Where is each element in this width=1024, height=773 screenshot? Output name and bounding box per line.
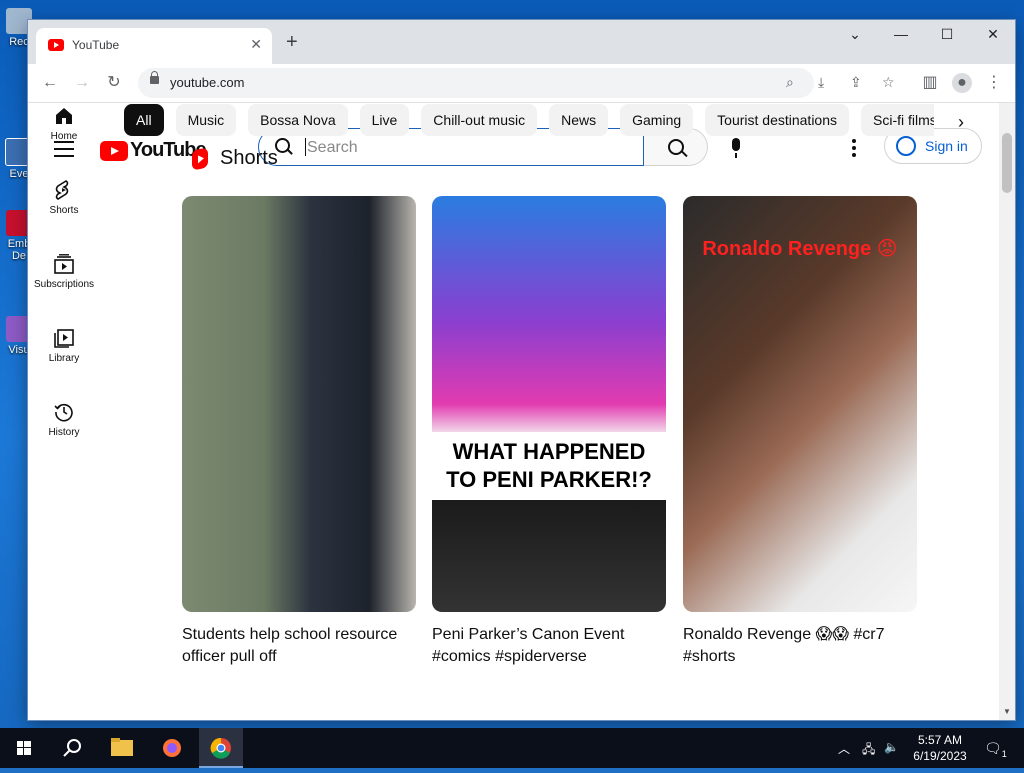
chrome-icon (210, 737, 231, 759)
side-panel-icon[interactable]: ▥ (920, 73, 940, 93)
chrome-button[interactable] (199, 728, 243, 768)
clock[interactable]: 5:57 AM 6/19/2023 (906, 732, 974, 764)
chip-all[interactable]: All (124, 104, 164, 136)
sidebar-item-shorts[interactable]: Shorts (28, 180, 100, 216)
clock-time: 5:57 AM (917, 733, 963, 747)
browser-window: YouTube ✕ + ⌄ — ☐ ✕ ← → ↻ youtube.com ⌕ … (28, 20, 1015, 720)
forward-arrow-icon[interactable]: → (72, 73, 92, 93)
file-explorer-button[interactable] (100, 728, 144, 768)
subscriptions-icon (54, 254, 74, 274)
show-hidden-icons-chevron-icon[interactable]: ︿ (838, 740, 850, 757)
shorts-section-title: Shorts (192, 147, 278, 171)
sidebar-item-library[interactable]: Library (28, 328, 100, 364)
volume-muted-icon[interactable]: 🔈 (884, 740, 899, 754)
microphone-icon[interactable] (732, 138, 740, 158)
scroll-down-arrow-icon[interactable]: ▼ (1003, 707, 1011, 716)
hamburger-menu-icon[interactable] (54, 141, 74, 162)
tab-title: YouTube (72, 38, 120, 52)
short-thumbnail[interactable]: Ronaldo Revenge 😡 (683, 196, 917, 612)
tab-close-icon[interactable]: ✕ (250, 36, 262, 53)
install-app-icon[interactable]: ⤓ (818, 74, 824, 91)
firefox-icon (163, 739, 181, 757)
close-window-button[interactable]: ✕ (978, 26, 1008, 43)
chip-live[interactable]: Live (359, 104, 410, 136)
settings-more-icon[interactable] (852, 139, 856, 160)
zoom-search-icon[interactable]: ⌕ (786, 74, 794, 91)
short-title[interactable]: Peni Parker’s Canon Event #comics #spide… (432, 624, 666, 668)
search-icon (63, 739, 81, 757)
search-input[interactable] (305, 137, 629, 159)
firefox-button[interactable] (150, 728, 194, 768)
share-icon[interactable]: ⇪ (850, 74, 862, 91)
scrollbar-thumb[interactable] (1002, 133, 1012, 193)
folder-icon (111, 738, 133, 756)
taskbar: ︿ 🖧 🔈 5:57 AM 6/19/2023 🗨1 (0, 728, 1024, 768)
notification-center-icon[interactable]: 🗨1 (984, 740, 1007, 759)
windows-logo-icon (17, 741, 31, 755)
profile-avatar-icon[interactable]: ● (952, 73, 972, 93)
clock-date: 6/19/2023 (913, 749, 967, 763)
youtube-play-icon (100, 140, 128, 161)
start-button[interactable] (2, 728, 46, 768)
sidebar-item-subscriptions[interactable]: Subscriptions (28, 254, 100, 290)
title-bar: YouTube ✕ + ⌄ — ☐ ✕ (28, 20, 1015, 64)
chip-bossa-nova[interactable]: Bossa Nova (248, 104, 348, 136)
home-icon (54, 106, 74, 126)
back-arrow-icon[interactable]: ← (40, 73, 60, 93)
shorts-logo-icon (192, 147, 208, 171)
youtube-favicon-icon (48, 39, 64, 51)
reload-icon[interactable]: ↻ (104, 73, 124, 93)
account-circle-icon (896, 136, 916, 156)
short-title[interactable]: Ronaldo Revenge 😱😱 #cr7 #shorts (683, 624, 917, 668)
shorts-icon (54, 180, 74, 200)
chip-chill-out-music[interactable]: Chill-out music (421, 104, 538, 136)
history-icon (54, 402, 74, 422)
minimize-button[interactable]: — (886, 26, 916, 42)
chevron-right-icon[interactable]: › (958, 112, 964, 133)
browser-toolbar: ← → ↻ youtube.com ⌕ ⤓ ⇪ ☆ ▥ ● ⋮ (28, 64, 1015, 103)
chip-gaming[interactable]: Gaming (620, 104, 694, 136)
chip-music[interactable]: Music (175, 104, 237, 136)
chip-sci-fi-films[interactable]: Sci-fi films (861, 104, 934, 136)
short-title[interactable]: Students help school resource officer pu… (182, 624, 416, 668)
lock-icon (150, 71, 159, 84)
short-thumbnail[interactable]: WHAT HAPPENED TO PENI PARKER!? (432, 196, 666, 612)
search-taskbar-button[interactable] (50, 728, 94, 768)
sidebar-item-home[interactable]: Home (28, 106, 100, 142)
tab-search-chevron-icon[interactable]: ⌄ (840, 26, 870, 43)
page-scrollbar[interactable]: ▼ (999, 103, 1015, 720)
url-text: youtube.com (170, 75, 245, 90)
bookmark-star-icon[interactable]: ☆ (882, 74, 895, 91)
chip-bar: All Music Bossa Nova Live Chill-out music New… (124, 104, 934, 136)
search-icon (668, 139, 684, 155)
chip-tourist-destinations[interactable]: Tourist destinations (705, 104, 849, 136)
address-bar[interactable]: youtube.com ⌕ ⤓ ⇪ ☆ (138, 68, 895, 98)
network-icon[interactable]: 🖧 (862, 740, 875, 761)
chip-news[interactable]: News (549, 104, 609, 136)
sidebar-item-history[interactable]: History (28, 402, 100, 438)
new-tab-button[interactable]: + (286, 32, 298, 52)
tab-youtube[interactable]: YouTube ✕ (36, 28, 272, 64)
library-icon (54, 328, 74, 348)
notification-count: 1 (1001, 748, 1007, 759)
short-thumbnail[interactable] (182, 196, 416, 612)
chrome-menu-icon[interactable]: ⋮ (984, 73, 1004, 93)
youtube-logo[interactable]: YouTube (100, 139, 207, 162)
maximize-button[interactable]: ☐ (932, 26, 962, 43)
